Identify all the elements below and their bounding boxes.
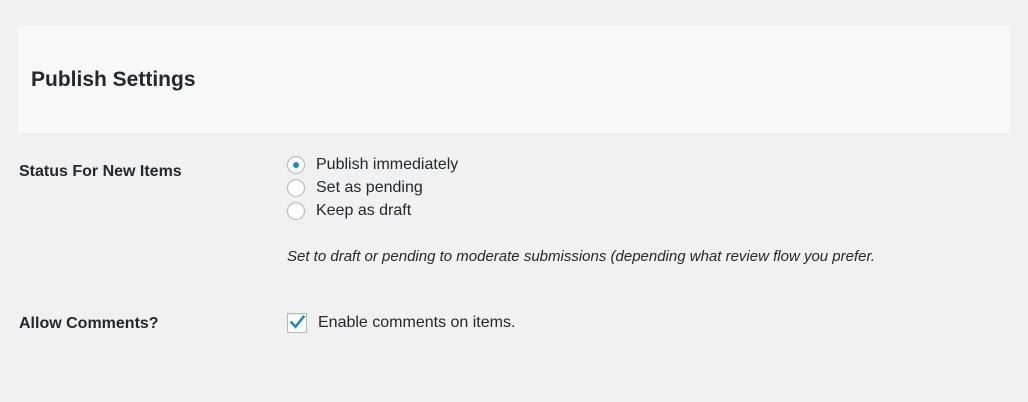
enable-comments-checkbox[interactable] <box>287 313 307 333</box>
radio-set-as-pending[interactable]: Set as pending <box>287 177 423 199</box>
section-title: Publish Settings <box>31 68 196 91</box>
status-description: Set to draft or pending to moderate subm… <box>287 248 876 265</box>
checkmark-icon <box>289 314 306 329</box>
radio-unchecked-icon[interactable] <box>287 202 305 220</box>
radio-option-label: Keep as draft <box>316 202 412 219</box>
status-for-new-items-label: Status For New Items <box>19 163 182 180</box>
allow-comments-label: Allow Comments? <box>19 315 159 332</box>
radio-publish-immediately[interactable]: Publish immediately <box>287 154 458 176</box>
radio-keep-as-draft[interactable]: Keep as draft <box>287 200 411 222</box>
enable-comments-option[interactable]: Enable comments on items. <box>287 312 515 334</box>
enable-comments-label: Enable comments on items. <box>318 314 516 331</box>
radio-checked-icon[interactable] <box>287 156 305 174</box>
radio-unchecked-icon[interactable] <box>287 179 305 197</box>
section-header: Publish Settings <box>18 26 1010 133</box>
radio-option-label: Set as pending <box>316 179 423 196</box>
radio-option-label: Publish immediately <box>316 156 459 173</box>
